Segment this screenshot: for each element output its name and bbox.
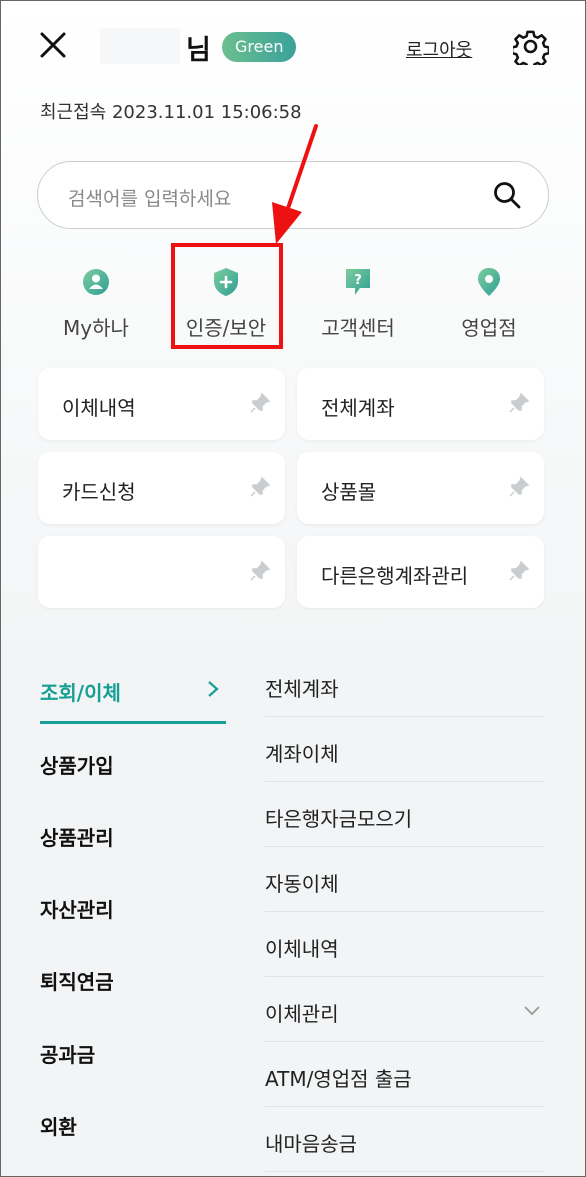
screen-frame bbox=[0, 0, 586, 1177]
